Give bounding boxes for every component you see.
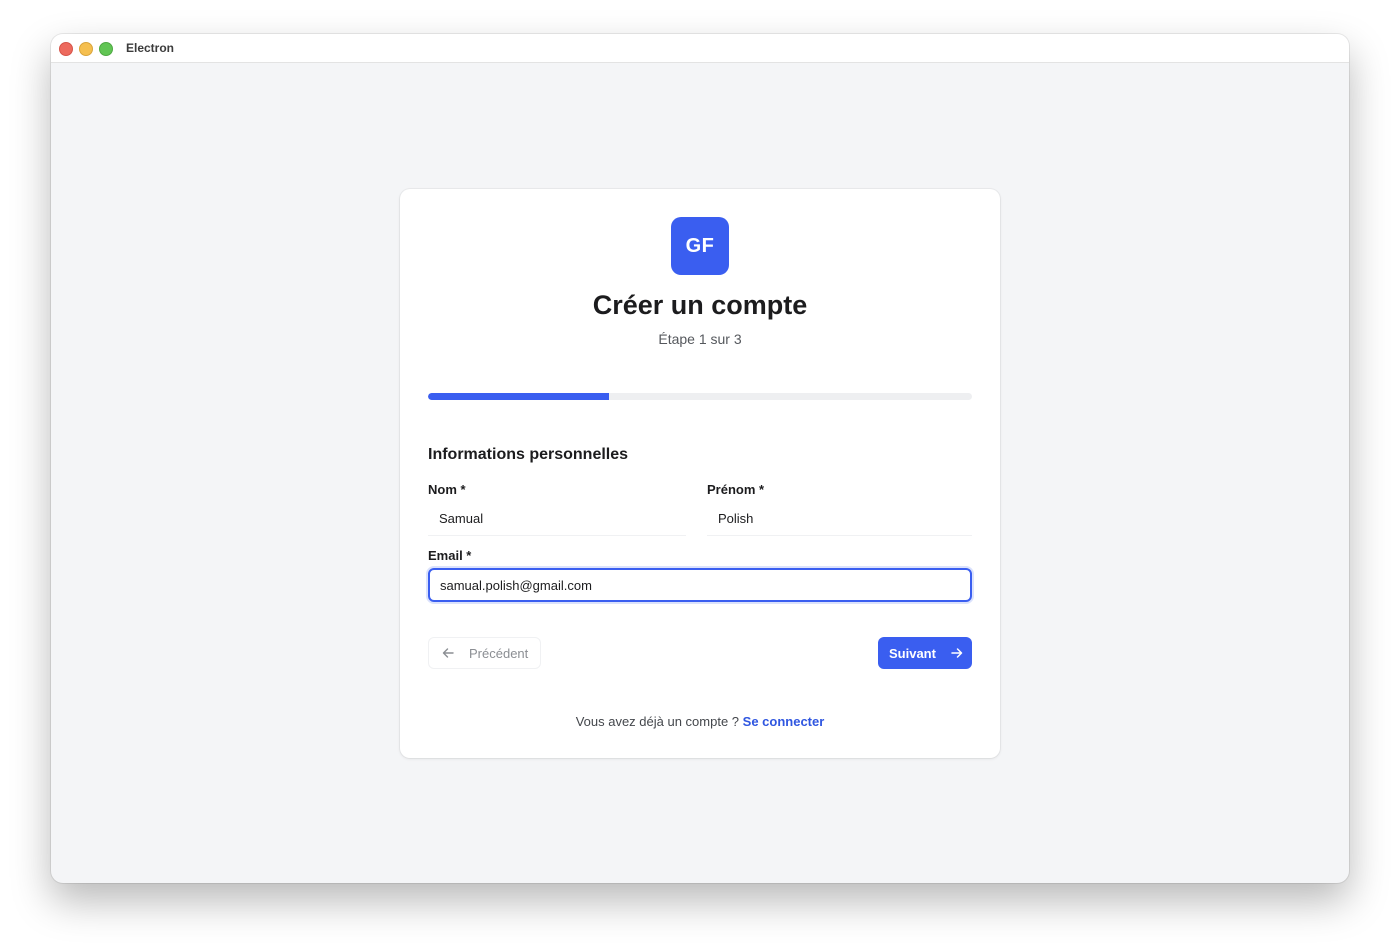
progress-bar [428, 393, 972, 400]
page-title: Créer un compte [592, 290, 808, 320]
previous-button[interactable]: Précédent [428, 637, 541, 669]
nom-label: Nom * [428, 482, 466, 497]
login-prompt-text: Vous avez déjà un compte ? [575, 714, 740, 729]
previous-button-label: Précédent [469, 645, 529, 661]
arrow-right-icon [950, 646, 964, 660]
email-label: Email * [428, 548, 472, 563]
minimize-window-button[interactable] [79, 42, 93, 56]
app-window: Electron GF Créer un compte Étape 1 sur … [51, 34, 1349, 883]
title-bar: Electron [51, 34, 1349, 63]
section-title: Informations personnelles [428, 446, 629, 463]
prenom-field[interactable] [707, 502, 972, 536]
app-logo: GF [671, 217, 729, 275]
step-indicator: Étape 1 sur 3 [658, 331, 742, 347]
close-window-button[interactable] [59, 42, 73, 56]
next-button[interactable]: Suivant [878, 637, 972, 669]
arrow-left-icon [441, 646, 455, 660]
prenom-label: Prénom * [707, 482, 765, 497]
next-button-label: Suivant [889, 645, 936, 661]
signup-card: GF Créer un compte Étape 1 sur 3 Informa… [400, 189, 1000, 758]
progress-bar-fill [428, 393, 610, 400]
maximize-window-button[interactable] [99, 42, 113, 56]
window-title: Electron [126, 41, 175, 55]
login-prompt: Vous avez déjà un compte ? Se connecter [400, 714, 1000, 729]
nom-field[interactable] [428, 502, 686, 536]
email-field[interactable] [428, 568, 972, 602]
login-link[interactable]: Se connecter [743, 714, 825, 729]
